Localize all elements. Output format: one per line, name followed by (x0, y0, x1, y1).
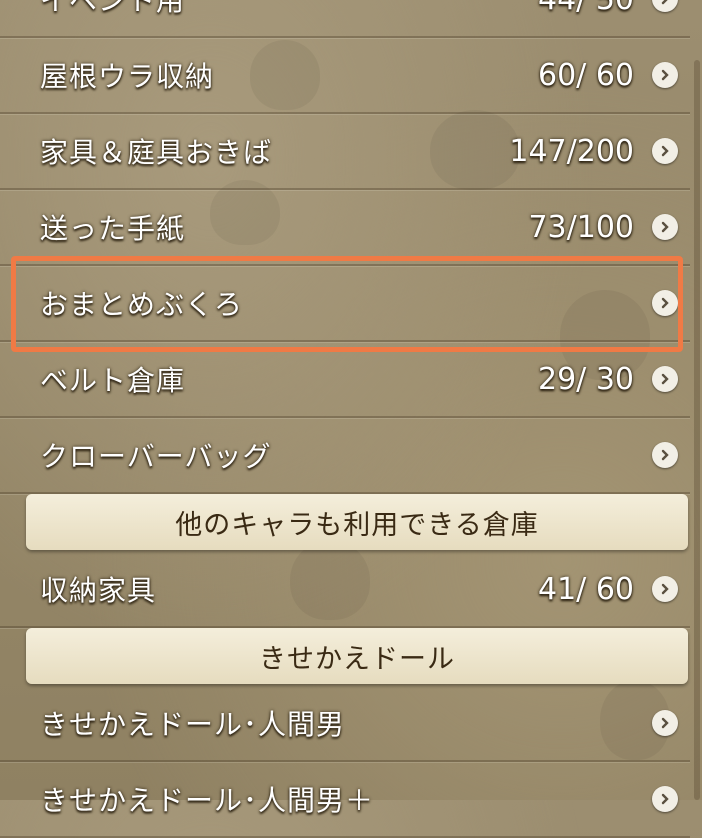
list-item-label: 送った手紙 (40, 212, 186, 245)
chevron-right-icon (652, 290, 678, 316)
list-item-label: きせかえドール･人間男 (40, 708, 346, 741)
chevron-right-icon (652, 442, 678, 468)
section-header-shared-storage: 他のキャラも利用できる倉庫 (26, 494, 688, 550)
section-header-dress-up-doll: きせかえドール (26, 628, 688, 684)
list-item-label: 収納家具 (40, 574, 157, 607)
chevron-right-icon (652, 710, 678, 736)
list-item-attic-storage[interactable]: 屋根ウラ収納 60/ 60 (0, 38, 690, 114)
chevron-right-icon (652, 214, 678, 240)
list-item-doll-human-male-plus[interactable]: きせかえドール･人間男＋ (0, 762, 690, 838)
list-item-count: 41/ 60 (538, 571, 634, 607)
chevron-right-icon (652, 138, 678, 164)
list-item-count: 29/ 30 (538, 361, 634, 397)
list-item-count: 44/ 50 (538, 0, 634, 17)
list-item-label: 屋根ウラ収納 (40, 60, 215, 93)
list-item-label: ベルト倉庫 (40, 364, 186, 397)
list-item-bundle-bag[interactable]: おまとめぶくろ (0, 266, 690, 342)
list-item-label: イベント用 (40, 0, 186, 17)
list-item-storage-furniture[interactable]: 収納家具 41/ 60 (0, 552, 690, 628)
list-item-count: 147/200 (509, 133, 634, 169)
chevron-right-icon (652, 366, 678, 392)
list-item-clover-bag[interactable]: クローバーバッグ (0, 418, 690, 494)
scrollbar[interactable] (694, 60, 700, 800)
list-item-label: おまとめぶくろ (40, 288, 244, 321)
chevron-right-icon (652, 576, 678, 602)
chevron-right-icon (652, 0, 678, 12)
list-item-count: 73/100 (528, 209, 634, 245)
list-item-count: 60/ 60 (538, 57, 634, 93)
list-item-belt-storage[interactable]: ベルト倉庫 29/ 30 (0, 342, 690, 418)
list-item-label: きせかえドール･人間男＋ (40, 784, 375, 817)
list-item-label: 家具＆庭具おきば (40, 136, 273, 169)
chevron-right-icon (652, 62, 678, 88)
list-item-furniture-storage[interactable]: 家具＆庭具おきば 147/200 (0, 114, 690, 190)
list-item-label: クローバーバッグ (40, 440, 272, 473)
chevron-right-icon (652, 786, 678, 812)
list-item-event[interactable]: イベント用 44/ 50 (0, 0, 690, 38)
list-item-doll-human-male[interactable]: きせかえドール･人間男 (0, 686, 690, 762)
list-item-sent-letters[interactable]: 送った手紙 73/100 (0, 190, 690, 266)
